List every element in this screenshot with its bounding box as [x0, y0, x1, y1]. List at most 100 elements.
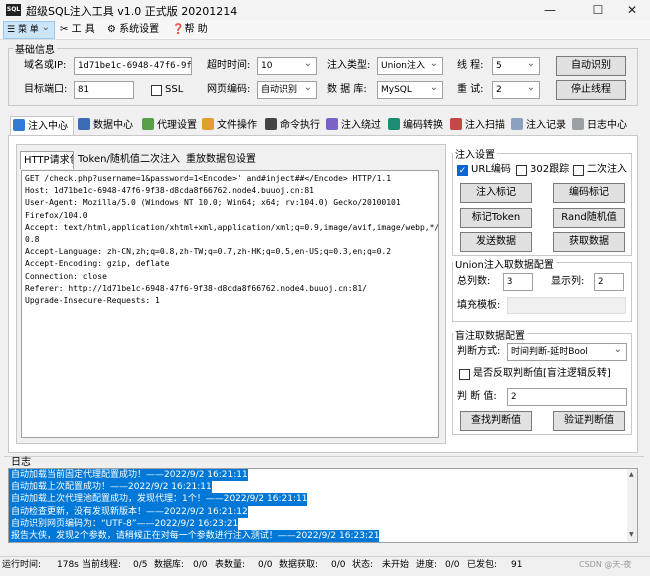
request-line: Upgrade-Insecure-Requests: 1: [25, 296, 160, 306]
tab-file-ops[interactable]: 文件操作: [200, 116, 260, 136]
request-line: Referer: http://1d71be1c-6948-47f6-9f38-…: [25, 283, 367, 293]
find-judge-value-button[interactable]: 查找判断值: [460, 411, 532, 431]
request-line: Accept: text/html,application/xhtml+xml,…: [25, 222, 439, 232]
threads-label: 线 程:: [457, 60, 484, 71]
subtab-second-inject[interactable]: 二次注入: [137, 151, 181, 169]
follow-302-label: 302跟踪: [530, 164, 570, 175]
minimize-button[interactable]: —: [530, 0, 570, 20]
database-count-label: 数据库:: [154, 560, 185, 570]
show-col-label: 显示列:: [551, 276, 585, 287]
second-inject-checkbox[interactable]: [573, 165, 584, 176]
show-col-input[interactable]: 2: [594, 273, 624, 291]
timeout-label: 超时时间:: [207, 60, 251, 71]
menu-icon: ☰: [7, 25, 18, 35]
subtab-replay-settings[interactable]: 重放数据包设置: [183, 151, 256, 169]
tab-encode-convert[interactable]: 编码转换: [386, 116, 446, 136]
url-encode-label: URL编码: [471, 164, 511, 175]
menu-item-settings[interactable]: ⚙ 系统设置: [103, 21, 167, 39]
records-icon: [511, 118, 523, 130]
url-encode-checkbox[interactable]: ✓: [457, 165, 468, 176]
subtab-http-request[interactable]: HTTP请求包: [20, 151, 74, 169]
inject-type-label: 注入类型:: [327, 60, 371, 71]
mark-token-button[interactable]: 标记Token: [460, 208, 532, 228]
current-thread-value: 0/5: [133, 560, 148, 570]
union-config-label: Union注入取数据配置: [453, 256, 556, 271]
total-cols-input[interactable]: 3: [503, 273, 533, 291]
target-icon: [13, 119, 25, 131]
runtime-label: 运行时间:: [2, 560, 42, 570]
log-icon: [572, 118, 584, 130]
fill-template-label: 填充模板:: [457, 300, 501, 311]
port-input[interactable]: 81: [74, 81, 134, 99]
scroll-up-icon[interactable]: ▲: [629, 471, 634, 478]
tab-inject-center[interactable]: 注入中心: [10, 116, 74, 136]
scroll-down-icon[interactable]: ▼: [629, 531, 634, 538]
port-label: 目标端口:: [24, 84, 68, 95]
table-count-label: 表数量:: [215, 560, 246, 570]
reverse-judge-label: 是否反取判断值[盲注逻辑反转]: [473, 368, 611, 379]
tab-inject-scan[interactable]: 注入扫描: [448, 116, 508, 136]
menu-item-tools[interactable]: ✂ 工 具: [56, 21, 104, 39]
log-line: 自动加载当前固定代理配置成功！——2022/9/2 16:21:11: [9, 469, 248, 482]
stop-thread-button[interactable]: 停止线程: [556, 80, 626, 100]
request-line: User-Agent: Mozilla/5.0 (Windows NT 10.0…: [25, 198, 401, 208]
fill-template-input[interactable]: [507, 297, 626, 314]
retry-label: 重 试:: [457, 84, 484, 95]
judge-method-select[interactable]: 时间判断-延时Bool: [507, 343, 627, 361]
database-count-value: 0/0: [193, 560, 208, 570]
domain-input[interactable]: 1d71be1c-6948-47f6-9f38-d: [74, 57, 192, 75]
tab-inject-bypass[interactable]: 注入绕过: [324, 116, 384, 136]
database-select[interactable]: MySQL: [377, 81, 443, 99]
tools-icon: ✂: [60, 24, 72, 35]
current-thread-label: 当前线程:: [82, 560, 122, 570]
mark-inject-button[interactable]: 注入标记: [460, 183, 532, 203]
ssl-checkbox[interactable]: [151, 85, 162, 96]
follow-302-checkbox[interactable]: [516, 165, 527, 176]
domain-label: 域名或IP:: [24, 60, 67, 71]
progress-value: 0/0: [445, 560, 460, 570]
timeout-select[interactable]: 10: [257, 57, 317, 75]
request-line: 0.8: [25, 235, 40, 245]
mark-encode-button[interactable]: 编码标记: [553, 183, 625, 203]
request-line: Accept-Language: zh-CN,zh;q=0.8,zh-TW;q=…: [25, 247, 392, 257]
verify-judge-value-button[interactable]: 验证判断值: [553, 411, 625, 431]
encoding-select[interactable]: 自动识别: [257, 81, 317, 99]
request-line: Host: 1d71be1c-6948-47f6-9f38-d8cda8f667…: [25, 186, 314, 196]
auto-detect-button[interactable]: 自动识别: [556, 56, 626, 76]
menu-item-menu[interactable]: ☰ 菜 单: [3, 21, 55, 39]
retry-select[interactable]: 2: [492, 81, 540, 99]
state-label: 状态:: [352, 560, 374, 570]
basic-info-label: 基础信息: [13, 41, 57, 56]
tab-data-center[interactable]: 数据中心: [76, 116, 140, 136]
sent-packets-value: 91: [511, 560, 523, 570]
data-fetch-label: 数据获取:: [279, 560, 319, 570]
log-line: 自动加载上次代理池配置成功，发现代理：1个！——2022/9/2 16:21:1…: [9, 493, 308, 506]
rand-value-button[interactable]: Rand随机值: [553, 208, 625, 228]
http-request-textarea[interactable]: GET /check.php?username=1&password=1<Enc…: [21, 170, 439, 438]
log-scrollbar[interactable]: ▲ ▼: [627, 469, 637, 542]
encoding-label: 网页编码:: [207, 84, 251, 95]
tab-proxy-settings[interactable]: 代理设置: [140, 116, 200, 136]
tab-log-center[interactable]: 日志中心: [570, 116, 632, 136]
get-data-button[interactable]: 获取数据: [553, 232, 625, 252]
database-icon: [78, 118, 90, 130]
threads-select[interactable]: 5: [492, 57, 540, 75]
menu-item-help[interactable]: ❓帮 助: [168, 21, 216, 39]
tab-inject-records[interactable]: 注入记录: [509, 116, 569, 136]
reverse-judge-checkbox[interactable]: [459, 369, 470, 380]
inject-type-select[interactable]: Union注入: [377, 57, 443, 75]
runtime-value: 178s: [57, 560, 79, 570]
tab-command-exec[interactable]: 命令执行: [263, 116, 323, 136]
request-line: Accept-Encoding: gzip, deflate: [25, 259, 170, 269]
log-box[interactable]: 自动加载当前固定代理配置成功！——2022/9/2 16:21:11 自动加载上…: [8, 468, 638, 543]
subtab-token[interactable]: Token/随机值: [75, 151, 140, 169]
blind-config-label: 盲注取数据配置: [453, 327, 527, 342]
log-line: 自动检查更新，没有发现新版本！——2022/9/2 16:21:12: [9, 505, 248, 518]
send-data-button[interactable]: 发送数据: [460, 232, 532, 252]
state-value: 未开始: [382, 560, 410, 570]
close-button[interactable]: ✕: [612, 0, 650, 20]
data-fetch-value: 0/0: [331, 560, 346, 570]
judge-value-input[interactable]: 2: [507, 388, 627, 406]
judge-method-label: 判断方式:: [457, 346, 501, 357]
request-line: GET /check.php?username=1&password=1<Enc…: [25, 174, 392, 183]
